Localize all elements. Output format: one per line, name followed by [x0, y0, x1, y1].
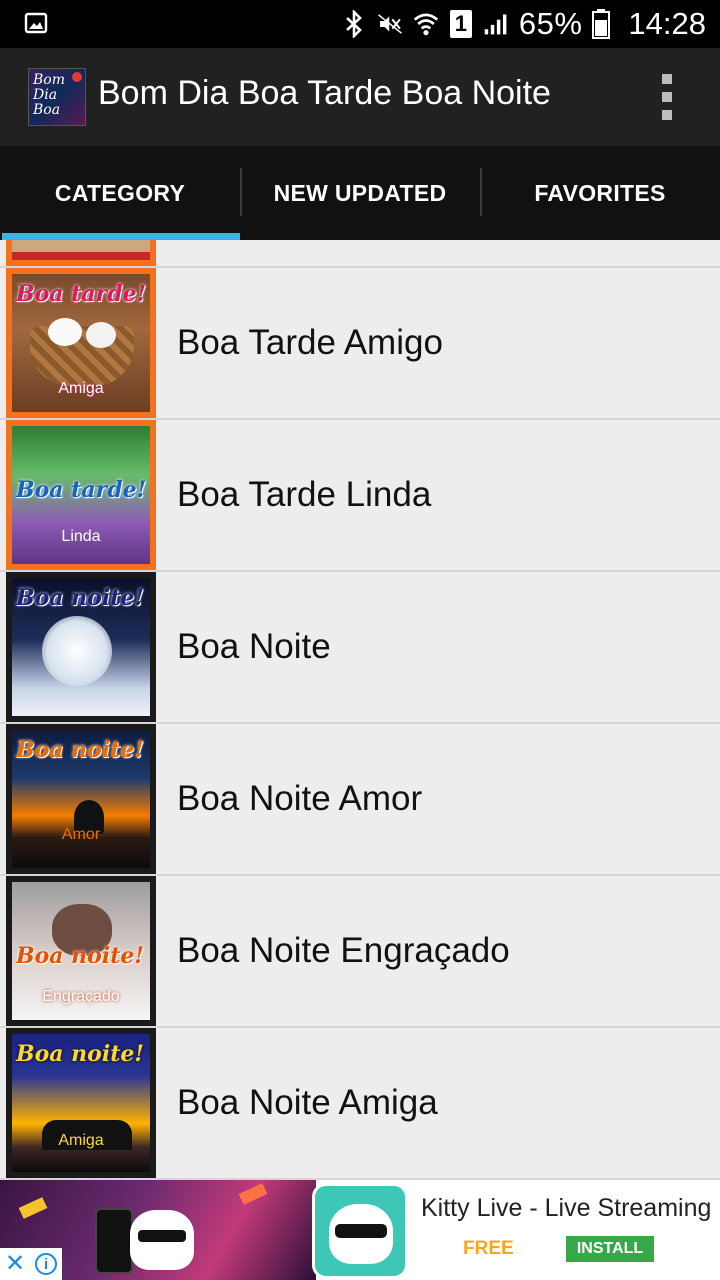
- thumbnail-title: Boa noite!: [16, 737, 145, 763]
- battery-percent: 65%: [518, 6, 583, 41]
- list-item[interactable]: Boa noite! Engraçado Boa Noite Engraçado: [0, 876, 720, 1028]
- app-bar: Bom Dia Boa Bom Dia Boa Tarde Boa Noite: [0, 48, 720, 146]
- tab-category-label: CATEGORY: [54, 179, 186, 206]
- ad-controls: ✕ i: [0, 1248, 62, 1280]
- ad-title[interactable]: Kitty Live - Live Streaming: [421, 1194, 711, 1223]
- battery-icon: [592, 9, 611, 39]
- category-label: Boa Noite: [177, 627, 331, 666]
- ad-app-icon[interactable]: [312, 1183, 408, 1279]
- ad-phone: [95, 1208, 133, 1274]
- ad-price: FREE: [463, 1238, 514, 1259]
- ad-mascot: [130, 1210, 194, 1270]
- category-thumbnail: Boa noite! Amor: [6, 724, 156, 874]
- tab-favorites[interactable]: FAVORITES: [480, 146, 720, 240]
- category-thumbnail: Boa noite! Engraçado: [6, 876, 156, 1026]
- sim-icon: 1: [449, 10, 473, 38]
- thumbnail-title: Boa tarde!: [16, 477, 147, 503]
- thumbnail-title: Boa noite!: [16, 1041, 145, 1067]
- category-list[interactable]: Boa tarde! Amiga Boa Tarde Amigo Boa tar…: [0, 240, 720, 1180]
- thumbnail-subtitle: Amiga: [58, 1132, 104, 1149]
- category-thumbnail: Boa noite!: [6, 572, 156, 722]
- mute-icon: [377, 11, 403, 37]
- tab-new-updated-label: NEW UPDATED: [273, 179, 447, 206]
- app-logo: Bom Dia Boa: [28, 68, 86, 126]
- close-icon[interactable]: ✕: [5, 1252, 25, 1276]
- category-thumbnail: Boa tarde! Amiga: [6, 268, 156, 418]
- list-item[interactable]: [0, 240, 720, 268]
- gallery-icon: [24, 11, 48, 35]
- app-title: Bom Dia Boa Tarde Boa Noite: [98, 74, 551, 112]
- thumbnail-subtitle: Engraçado: [42, 988, 120, 1005]
- signal-icon: [483, 11, 509, 37]
- tab-new-updated[interactable]: NEW UPDATED: [240, 146, 480, 240]
- thumbnail-subtitle: Linda: [61, 528, 101, 545]
- category-label: Boa Noite Amor: [177, 779, 423, 818]
- thumbnail-title: Boa noite!: [16, 943, 145, 969]
- category-thumbnail: Boa noite! Amiga: [6, 1028, 156, 1178]
- thumbnail-subtitle: Amiga: [58, 380, 104, 397]
- sim-slot-label: 1: [454, 11, 467, 36]
- tab-bar: CATEGORY NEW UPDATED FAVORITES: [0, 146, 720, 240]
- clock: 14:28: [628, 6, 706, 41]
- info-icon[interactable]: i: [35, 1253, 58, 1275]
- category-label: Boa Noite Amiga: [177, 1083, 438, 1122]
- wifi-icon: [413, 11, 439, 37]
- tab-indicator: [2, 233, 240, 240]
- category-label: Boa Noite Engraçado: [177, 931, 510, 970]
- status-bar: 1 65% 14:28: [0, 0, 720, 48]
- logo-text: Bom Dia Boa: [33, 72, 65, 118]
- overflow-menu-icon[interactable]: [660, 74, 674, 120]
- thumbnail-title: Boa tarde!: [16, 281, 147, 307]
- ad-confetti: [238, 1183, 268, 1205]
- list-item[interactable]: Boa noite! Boa Noite: [0, 572, 720, 724]
- list-item[interactable]: Boa tarde! Linda Boa Tarde Linda: [0, 420, 720, 572]
- tab-category[interactable]: CATEGORY: [0, 146, 240, 240]
- list-item[interactable]: Boa noite! Amor Boa Noite Amor: [0, 724, 720, 876]
- list-item[interactable]: Boa noite! Amiga Boa Noite Amiga: [0, 1028, 720, 1180]
- category-label: Boa Tarde Linda: [177, 475, 432, 514]
- thumbnail-subtitle: Amor: [61, 826, 101, 843]
- category-label: Boa Tarde Amigo: [177, 323, 443, 362]
- category-thumbnail: Boa tarde! Linda: [6, 420, 156, 570]
- ad-install-button[interactable]: INSTALL: [566, 1236, 654, 1262]
- tab-favorites-label: FAVORITES: [534, 179, 666, 206]
- thumbnail-title: Boa noite!: [16, 585, 145, 611]
- ad-banner[interactable]: ✕ i Kitty Live - Live Streaming FREE INS…: [0, 1180, 720, 1280]
- ad-confetti: [18, 1197, 48, 1219]
- bluetooth-icon: [341, 10, 367, 38]
- category-thumbnail: [6, 240, 156, 266]
- list-item[interactable]: Boa tarde! Amiga Boa Tarde Amigo: [0, 268, 720, 420]
